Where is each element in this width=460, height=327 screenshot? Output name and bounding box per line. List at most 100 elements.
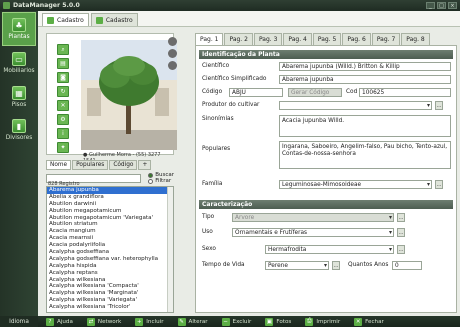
- populares-field[interactable]: Ingarana, Saboeiro, Angelim-falso, Pau b…: [279, 141, 451, 169]
- tab-page-4[interactable]: Pag. 4: [283, 33, 312, 45]
- plant-icon: ♣: [12, 18, 26, 32]
- tab-label: Cadastro: [57, 16, 84, 24]
- label-uso: Uso: [202, 229, 213, 235]
- simplificado-field[interactable]: Abarema jupunba: [279, 75, 451, 84]
- row-cientifico: Científico: [202, 63, 229, 69]
- tab-page-1[interactable]: Pag. 1: [195, 33, 224, 45]
- list-item[interactable]: Abutilon striatum: [47, 221, 173, 228]
- scroll-up-icon[interactable]: [168, 61, 177, 70]
- excluir-button[interactable]: − Excluir: [221, 317, 252, 326]
- app-window: DataManager 5.0.0 _ □ × ♣ Plantas ▭ Mobi…: [0, 0, 460, 327]
- tipo-select[interactable]: Árvore: [232, 213, 394, 222]
- list-item[interactable]: Acalypha wilkesiana 'Variegata': [47, 297, 173, 304]
- uso-select[interactable]: Ornamentais e Frutíferas: [232, 228, 394, 237]
- list-item[interactable]: Abelia x grandiflora: [47, 194, 173, 201]
- photo-settings-icon[interactable]: ⚙: [57, 114, 69, 125]
- list-item[interactable]: Acalypha wilkesiana: [47, 277, 173, 284]
- tab-page-3[interactable]: Pag. 3: [253, 33, 283, 45]
- codigo-field[interactable]: ABJU: [229, 88, 283, 97]
- label-cientifico: Científico: [202, 63, 230, 69]
- print-icon: ⎙: [305, 317, 314, 326]
- tab-cadastro-2[interactable]: Cadastro: [90, 13, 138, 26]
- tempo-select[interactable]: Perene: [265, 261, 329, 270]
- tab-page-8[interactable]: Pag. 8: [401, 33, 430, 45]
- list-item[interactable]: Acalypha godseffiana var. heterophylla: [47, 256, 173, 263]
- imprimir-button[interactable]: ⎙ Imprimir: [305, 317, 340, 326]
- list-item[interactable]: Abutilon darwinii: [47, 201, 173, 208]
- sinonimias-field[interactable]: Acacia jupunba Willd.: [279, 115, 451, 137]
- rail-label: Plantas: [8, 34, 30, 40]
- minimize-button[interactable]: _: [426, 2, 435, 9]
- tab-more[interactable]: +: [138, 160, 152, 170]
- cientifico-field[interactable]: Abarema jupunba (Willd.) Britton & Killi…: [279, 62, 451, 71]
- list-item[interactable]: Acacia podalyriifolia: [47, 242, 173, 249]
- radio-label: Filtrar: [155, 178, 172, 184]
- gerar-codigo-button[interactable]: Gerar Código: [288, 88, 342, 97]
- list-item[interactable]: Acacia mangium: [47, 228, 173, 235]
- anos-field[interactable]: 0: [392, 261, 422, 270]
- add-uso-button[interactable]: …: [397, 228, 405, 237]
- ajuda-button[interactable]: ? Ajuda: [46, 317, 73, 326]
- tab-nome[interactable]: Nome: [46, 160, 72, 170]
- camera-icon[interactable]: ◙: [57, 72, 69, 83]
- prev-photo-icon[interactable]: [168, 49, 177, 58]
- list-item[interactable]: Acalypha hispida: [47, 263, 173, 270]
- add-sexo-button[interactable]: …: [397, 245, 405, 254]
- network-button[interactable]: ⇄ Network: [86, 317, 122, 326]
- action-label: Network: [97, 318, 122, 325]
- add-tipo-button[interactable]: …: [397, 213, 405, 222]
- list-item[interactable]: Abutilon megapotamicum 'Variegata': [47, 215, 173, 222]
- list-item[interactable]: Acalypha godseffiana: [47, 249, 173, 256]
- fechar-button[interactable]: ✕ Fechar: [354, 317, 384, 326]
- list-item[interactable]: Abutilon megapotamicum: [47, 208, 173, 215]
- list-scrollbar[interactable]: [167, 187, 173, 312]
- folder-icon[interactable]: ▤: [57, 58, 69, 69]
- zoom-icon[interactable]: ⌕: [57, 44, 69, 55]
- familia-select[interactable]: Leguminosae-Mimosoideae: [279, 180, 432, 189]
- next-photo-icon[interactable]: [168, 37, 177, 46]
- tab-page-7[interactable]: Pag. 7: [371, 33, 401, 45]
- label-tempo: Tempo de Vida: [202, 262, 245, 268]
- close-button[interactable]: ×: [448, 2, 457, 9]
- idioma-button[interactable]: Idioma: [0, 316, 38, 327]
- map-icon[interactable]: ✦: [57, 142, 69, 153]
- list-item[interactable]: Abarema jupunba: [47, 187, 173, 194]
- produtor-select[interactable]: [279, 101, 432, 110]
- action-label: Excluir: [232, 318, 252, 325]
- rail-label: Divisores: [5, 135, 33, 141]
- add-produtor-button[interactable]: …: [435, 101, 443, 110]
- rail-item-pisos[interactable]: ▦ Pisos: [2, 81, 36, 115]
- plant-list[interactable]: Abarema jupunba Abelia x grandiflora Abuti…: [46, 186, 174, 313]
- add-familia-button[interactable]: …: [435, 180, 443, 189]
- alterar-button[interactable]: ✎ Alterar: [177, 317, 208, 326]
- tab-label: Cadastro: [105, 16, 133, 24]
- maximize-button[interactable]: □: [437, 2, 446, 9]
- list-item[interactable]: Acalypha reptans: [47, 270, 173, 277]
- rail-item-mobiliarios[interactable]: ▭ Mobiliarios: [2, 47, 36, 81]
- row-populares: Populares: [202, 146, 230, 152]
- list-item[interactable]: Acalypha wilkesiana 'Marginata': [47, 290, 173, 297]
- list-item[interactable]: Acalypha wilkesiana 'Compacta': [47, 283, 173, 290]
- section-caracterizacao: Caracterização: [199, 200, 453, 209]
- search-tabs: Nome Populares Código +: [46, 160, 152, 170]
- row-familia: Família: [202, 181, 222, 187]
- delete-photo-icon[interactable]: ✕: [57, 100, 69, 111]
- info-icon[interactable]: i: [57, 128, 69, 139]
- tab-cadastro-1[interactable]: Cadastro: [42, 13, 89, 26]
- rotate-icon[interactable]: ↻: [57, 86, 69, 97]
- list-item[interactable]: Acacia mearnsii: [47, 235, 173, 242]
- tab-populares[interactable]: Populares: [72, 160, 109, 170]
- sexo-select[interactable]: Hermafrodita: [265, 245, 394, 254]
- tab-page-2[interactable]: Pag. 2: [224, 33, 253, 45]
- fotos-button[interactable]: ▣ Fotos: [265, 317, 291, 326]
- add-tempo-button[interactable]: …: [332, 261, 340, 270]
- tab-codigo[interactable]: Código: [109, 160, 138, 170]
- cod-field[interactable]: 100625: [359, 88, 451, 97]
- incluir-button[interactable]: + Incluir: [135, 317, 164, 326]
- radio-filtrar[interactable]: Filtrar: [148, 178, 174, 184]
- rail-item-divisores[interactable]: ▮ Divisores: [2, 114, 36, 148]
- tab-page-6[interactable]: Pag. 6: [342, 33, 371, 45]
- list-item[interactable]: Acalypha wilkesiana 'Tricolor': [47, 304, 173, 311]
- rail-item-plantas[interactable]: ♣ Plantas: [2, 12, 36, 46]
- tab-page-5[interactable]: Pag. 5: [312, 33, 342, 45]
